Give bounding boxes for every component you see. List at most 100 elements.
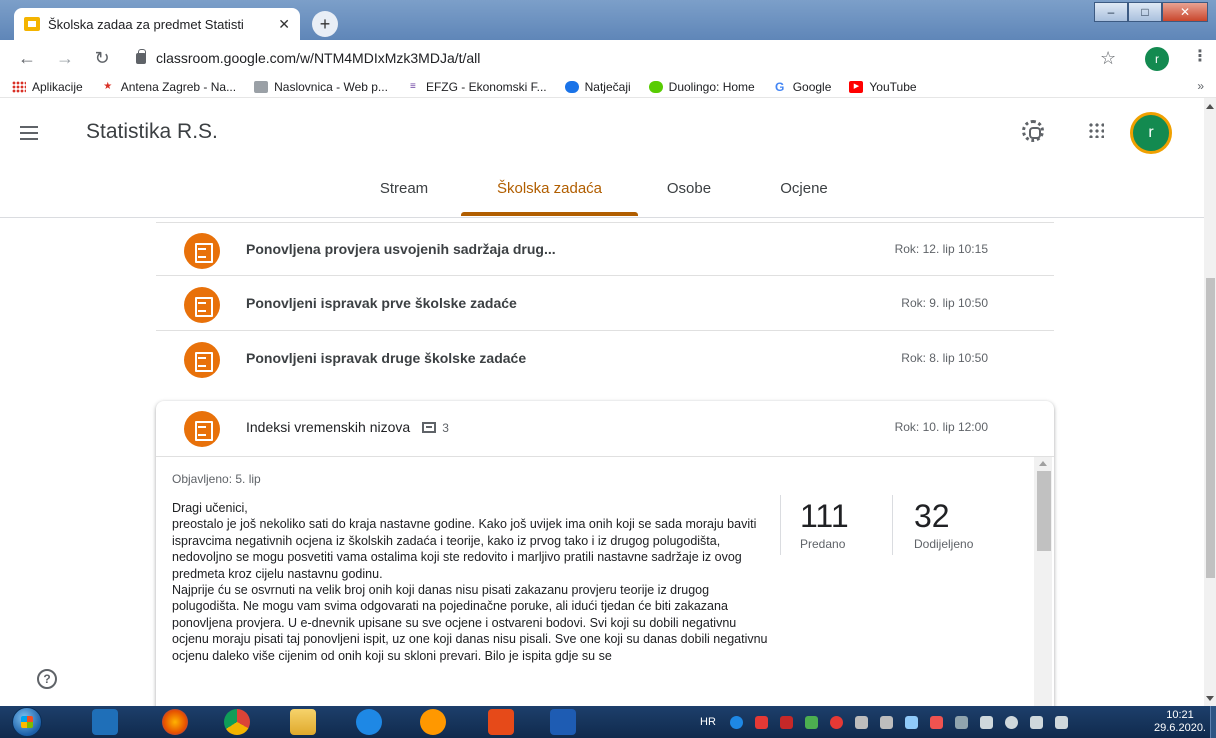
keyboard-tray-icon[interactable] — [979, 715, 993, 729]
settings-gear-icon[interactable] — [1022, 120, 1044, 142]
web-icon — [254, 80, 269, 93]
minimize-button[interactable]: ‒ — [1094, 2, 1128, 22]
turned-in-count: 111 — [800, 498, 849, 534]
url-text[interactable]: classroom.google.com/w/NTM4MDIxMzk3MDJa/… — [156, 50, 480, 66]
bookmark-label: Natječaji — [584, 79, 631, 94]
screen: Školska zadaa za predmet Statisti ✕ + ‒ … — [0, 0, 1216, 738]
expanded-assignment-card: Indeksi vremenskih nizova 3 Rok: 10. lip … — [156, 401, 1054, 706]
tab-grades[interactable]: Ocjene — [760, 170, 848, 218]
close-window-button[interactable]: ✕ — [1162, 2, 1208, 22]
submission-stats: 111 Predano 32 Dodijeljeno — [780, 495, 1014, 555]
security-tray-icon[interactable] — [929, 715, 943, 729]
opera-tray-icon[interactable] — [829, 715, 843, 729]
expanded-assignment-header[interactable]: Indeksi vremenskih nizova 3 Rok: 10. lip … — [156, 401, 1054, 457]
volume-tray-icon[interactable] — [1004, 715, 1018, 729]
assignment-due: Rok: 10. lip 12:00 — [894, 420, 988, 434]
assignment-title: Ponovljeni ispravak prve školske zadaće — [246, 295, 517, 311]
youtube-icon: ▶ — [849, 80, 864, 93]
vlc-icon[interactable] — [420, 709, 446, 735]
teamviewer-tray-icon[interactable] — [729, 715, 743, 729]
close-tab-icon[interactable]: ✕ — [278, 16, 290, 33]
browser-tab[interactable]: Školska zadaa za predmet Statisti ✕ — [14, 8, 300, 40]
start-button[interactable] — [12, 707, 42, 737]
omnibox[interactable]: classroom.google.com/w/NTM4MDIxMzk3MDJa/… — [132, 44, 1102, 72]
bookmark-aplikacije[interactable]: Aplikacije — [12, 80, 83, 94]
account-avatar[interactable]: r — [1130, 112, 1172, 154]
globe-icon — [564, 80, 579, 93]
file-explorer-icon[interactable] — [290, 709, 316, 735]
reload-icon[interactable]: ↻ — [94, 48, 110, 69]
clock-time: 10:21 — [1166, 709, 1194, 721]
bookmark-efzg[interactable]: ≡ EFZG - Ekonomski F... — [406, 80, 547, 94]
main-menu-icon[interactable] — [20, 126, 38, 140]
new-tab-button[interactable]: + — [312, 11, 338, 37]
app-tray-icon[interactable] — [879, 715, 893, 729]
bookmark-google[interactable]: G Google — [773, 79, 832, 94]
bookmark-youtube[interactable]: ▶ YouTube — [849, 80, 917, 94]
assignment-description: Dragi učenici, preostalo je još nekoliko… — [172, 500, 770, 664]
bookmark-naslovnica[interactable]: Naslovnica - Web p... — [254, 80, 388, 94]
bluetooth-tray-icon[interactable] — [904, 715, 918, 729]
network-signal-icon[interactable] — [1054, 715, 1068, 729]
bookmark-natjecaji[interactable]: Natječaji — [564, 79, 631, 94]
system-tray: HR — [700, 706, 1080, 738]
update-tray-icon[interactable] — [804, 715, 818, 729]
browser-tab-strip: Školska zadaa za predmet Statisti ✕ + ‒ … — [0, 0, 1216, 40]
class-title[interactable]: Statistika R.S. — [86, 120, 218, 144]
turned-in-label: Predano — [800, 537, 846, 551]
media-player-icon[interactable] — [92, 709, 118, 735]
bookmark-duolingo[interactable]: Duolingo: Home — [648, 80, 755, 94]
description-scrollbar[interactable] — [1034, 457, 1052, 706]
assignment-due: Rok: 12. lip 10:15 — [894, 242, 988, 256]
presentation-app-icon[interactable] — [488, 709, 514, 735]
assignment-due: Rok: 9. lip 10:50 — [901, 296, 988, 310]
scrollbar-thumb[interactable] — [1206, 278, 1215, 578]
bookmark-antena[interactable]: ★ Antena Zagreb - Na... — [101, 80, 236, 94]
assigned-count: 32 — [914, 498, 950, 534]
assignment-title-row: Indeksi vremenskih nizova 3 — [246, 419, 449, 435]
maximize-button[interactable]: □ — [1128, 2, 1162, 22]
assignment-row[interactable]: Ponovljeni ispravak druge školske zadaće… — [156, 332, 1054, 386]
profile-avatar[interactable]: r — [1145, 47, 1169, 71]
bookmarks-more-icon[interactable]: » — [1197, 79, 1204, 93]
assigned-stat[interactable]: 32 Dodijeljeno — [914, 499, 973, 551]
page-scrollbar[interactable] — [1204, 98, 1216, 706]
chrome-icon[interactable] — [224, 709, 250, 735]
firefox-icon[interactable] — [162, 709, 188, 735]
duolingo-icon — [648, 80, 663, 93]
windows-taskbar: HR 10:21 29.6.2020. — [0, 706, 1216, 738]
window-controls: ‒ □ ✕ — [1094, 2, 1208, 22]
description-paragraph: preostalo je još nekoliko sati do kraja … — [172, 517, 757, 581]
tab-people[interactable]: Osobe — [650, 170, 728, 218]
antivirus-tray-icon[interactable] — [754, 715, 768, 729]
scroll-up-arrow-icon[interactable] — [1206, 104, 1214, 109]
scrollbar-thumb[interactable] — [1037, 471, 1051, 551]
bookmark-label: Google — [792, 79, 832, 94]
app-tray-icon[interactable] — [854, 715, 868, 729]
assignment-row[interactable]: Ponovljeni ispravak prve školske zadaće … — [156, 277, 1054, 331]
scroll-up-arrow-icon[interactable] — [1039, 461, 1047, 466]
back-icon[interactable]: ← — [18, 48, 36, 69]
tab-classwork[interactable]: Školska zadaća — [461, 170, 638, 218]
show-desktop-button[interactable] — [1210, 706, 1216, 738]
bookmark-star-icon[interactable]: ☆ — [1100, 48, 1116, 69]
lock-icon[interactable] — [136, 48, 146, 64]
turned-in-stat[interactable]: 111 Predano — [800, 499, 849, 551]
pdf-tray-icon[interactable] — [779, 715, 793, 729]
scroll-down-arrow-icon[interactable] — [1206, 696, 1214, 701]
action-center-flag-icon[interactable] — [1029, 715, 1043, 729]
assignment-row[interactable]: Ponovljena provjera usvojenih sadržaja d… — [156, 222, 1054, 276]
word-icon[interactable] — [550, 709, 576, 735]
taskbar-clock[interactable]: 10:21 29.6.2020. — [1154, 709, 1206, 735]
teamviewer-icon[interactable] — [356, 709, 382, 735]
google-apps-icon[interactable] — [1088, 122, 1104, 138]
posted-date: Objavljeno: 5. lip — [172, 472, 261, 486]
browser-menu-icon[interactable]: ⋮ — [1192, 46, 1208, 66]
forward-icon[interactable]: → — [56, 48, 74, 69]
tab-stream[interactable]: Stream — [358, 170, 450, 218]
bookmark-label: Aplikacije — [32, 79, 83, 94]
language-indicator[interactable]: HR — [700, 716, 716, 728]
connection-tray-icon[interactable] — [954, 715, 968, 729]
bookmark-label: Naslovnica - Web p... — [274, 79, 388, 94]
help-icon[interactable]: ? — [37, 669, 57, 689]
